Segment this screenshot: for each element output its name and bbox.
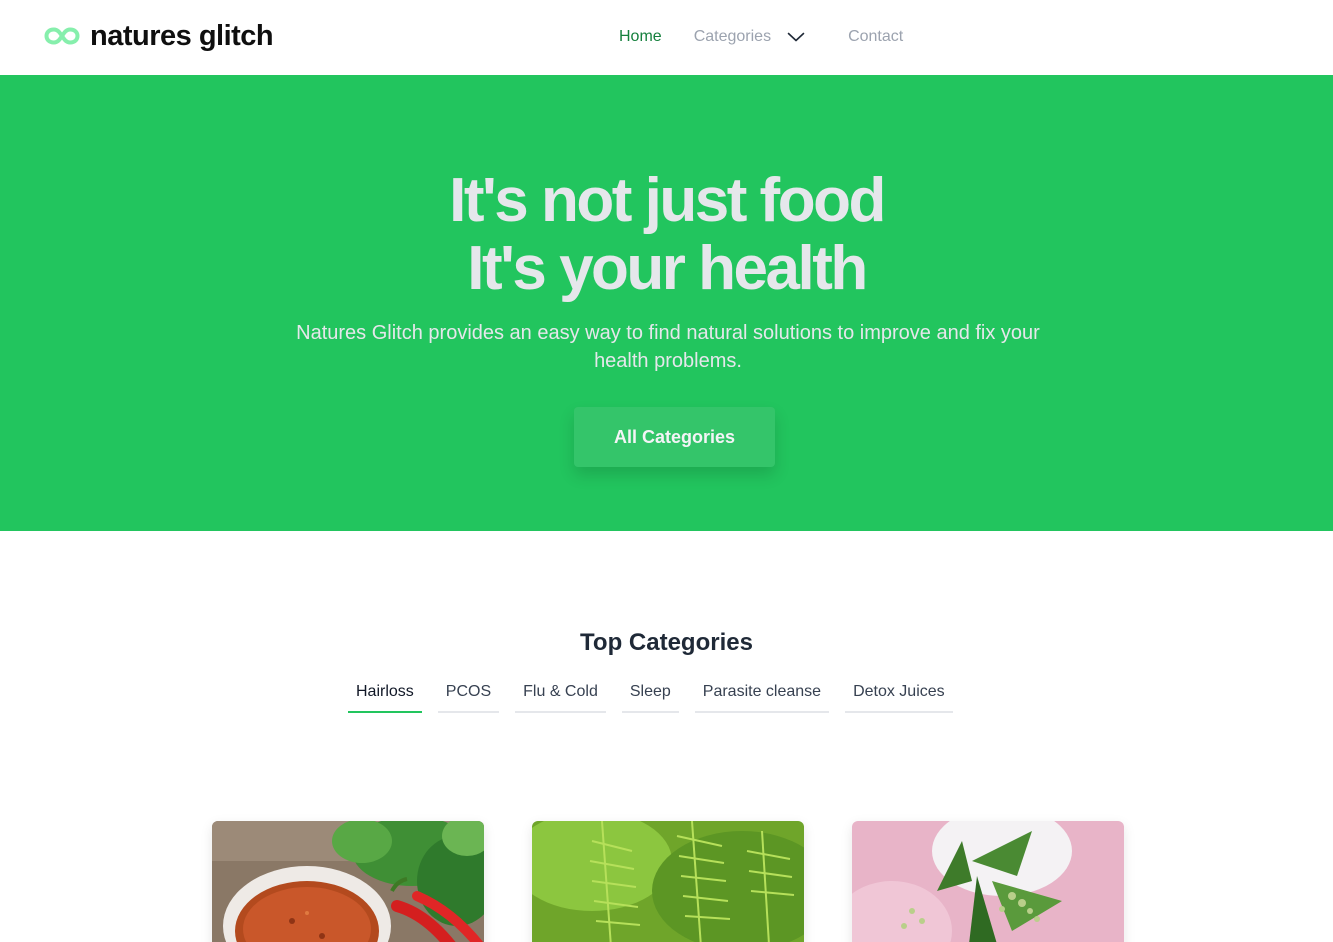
nav-home-link[interactable]: Home	[619, 26, 662, 48]
tab-pcos[interactable]: PCOS	[437, 672, 500, 713]
site-header: natures glitch Home Categories Contact	[0, 0, 1333, 75]
category-card[interactable]	[532, 821, 804, 942]
all-categories-button[interactable]: All Categories	[574, 407, 775, 467]
nav-categories-dropdown[interactable]: Categories	[694, 26, 805, 48]
brand-logo[interactable]: natures glitch	[44, 18, 274, 54]
hero-title-line1: It's not just food	[449, 166, 886, 235]
brand-name: natures glitch	[90, 20, 274, 52]
category-card[interactable]	[852, 821, 1124, 942]
hero-title-line2: It's your health	[467, 234, 868, 303]
category-card[interactable]	[212, 821, 484, 942]
tab-detox-juices[interactable]: Detox Juices	[845, 672, 953, 713]
tab-parasite-cleanse[interactable]: Parasite cleanse	[694, 672, 830, 713]
tab-hairloss[interactable]: Hairloss	[348, 672, 422, 713]
main-nav: Home Categories Contact	[619, 26, 903, 48]
horsetail-plant-image	[532, 821, 804, 942]
category-tabs: Hairloss PCOS Flu & Cold Sleep Parasite …	[348, 672, 969, 713]
top-categories-title: Top Categories	[580, 629, 753, 656]
chili-powder-bowl-image	[212, 821, 484, 942]
nettle-plant-image	[852, 821, 1124, 942]
hero-subtitle: Natures Glitch provides an easy way to f…	[296, 322, 1040, 372]
nav-categories-label: Categories	[693, 28, 772, 45]
infinity-icon	[44, 27, 80, 45]
hero-section: It's not just food It's your health Natu…	[0, 75, 1333, 531]
nav-contact-link[interactable]: Contact	[848, 26, 903, 48]
chevron-down-icon	[787, 32, 805, 42]
tab-sleep[interactable]: Sleep	[621, 672, 679, 713]
tab-flu-cold[interactable]: Flu & Cold	[515, 672, 606, 713]
